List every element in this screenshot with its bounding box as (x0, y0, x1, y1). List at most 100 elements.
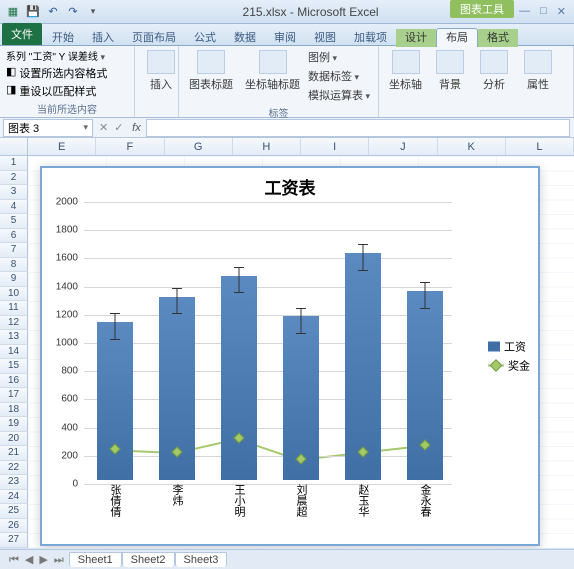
col-header[interactable]: E (28, 138, 96, 155)
sheet-nav[interactable]: ◀ (22, 554, 36, 566)
data-labels-button[interactable]: 数据标签 (308, 67, 370, 85)
row-header[interactable]: 10 (0, 287, 28, 302)
error-bar[interactable] (363, 244, 364, 269)
chart-title-button[interactable]: 图表标题 (185, 48, 237, 94)
row-header[interactable]: 14 (0, 345, 28, 360)
row-header[interactable]: 8 (0, 258, 28, 273)
cancel-icon[interactable]: ✕ (96, 121, 111, 134)
analysis-button[interactable]: 分析 (474, 48, 514, 94)
legend-button[interactable]: 图例 (308, 48, 370, 66)
name-box[interactable]: 图表 3▾ (3, 119, 93, 137)
y-tick: 1400 (56, 281, 78, 292)
row-header[interactable]: 27 (0, 533, 28, 548)
qat-dropdown[interactable]: ▾ (84, 3, 102, 21)
save-icon[interactable]: 💾 (24, 3, 42, 21)
col-header[interactable]: H (233, 138, 301, 155)
row-header[interactable]: 6 (0, 229, 28, 244)
reset-style-button[interactable]: 重设以匹配样式 (19, 83, 96, 99)
insert-button[interactable]: 插入 (141, 48, 181, 94)
row-header[interactable]: 18 (0, 403, 28, 418)
embedded-chart[interactable]: 工资表 020040060080010001200140016001800200… (40, 166, 540, 546)
col-header[interactable]: L (506, 138, 574, 155)
fx-button[interactable]: fx (126, 122, 146, 134)
error-bar[interactable] (425, 282, 426, 307)
row-header[interactable]: 3 (0, 185, 28, 200)
row-header[interactable]: 20 (0, 432, 28, 447)
chart-title[interactable]: 工资表 (42, 168, 538, 203)
sheet-tab[interactable]: Sheet2 (122, 552, 175, 567)
line-series[interactable] (84, 202, 452, 481)
col-header[interactable]: G (165, 138, 233, 155)
series-selector[interactable]: 系列 "工资" Y 误差线 (6, 48, 105, 63)
error-bar[interactable] (177, 288, 178, 313)
row-header[interactable]: 11 (0, 301, 28, 316)
properties-button[interactable]: 属性 (518, 48, 558, 94)
row-header[interactable]: 23 (0, 475, 28, 490)
sheet-nav[interactable]: ⏭ (51, 554, 67, 566)
row-header[interactable]: 7 (0, 243, 28, 258)
undo-icon[interactable]: ↶ (44, 3, 62, 21)
row-header[interactable]: 22 (0, 461, 28, 476)
row-header[interactable]: 19 (0, 417, 28, 432)
tab-加载项[interactable]: 加载项 (345, 29, 396, 47)
row-header[interactable]: 5 (0, 214, 28, 229)
axes-button[interactable]: 坐标轴 (385, 48, 426, 94)
tab-格式[interactable]: 格式 (478, 29, 518, 47)
error-bar[interactable] (115, 313, 116, 338)
row-header[interactable]: 24 (0, 490, 28, 505)
chart-legend[interactable]: 工资 奖金 (488, 336, 530, 377)
error-bar[interactable] (239, 267, 240, 292)
row-header[interactable]: 12 (0, 316, 28, 331)
row-header[interactable]: 1 (0, 156, 28, 171)
sheet-tab[interactable]: Sheet1 (69, 552, 122, 567)
col-header[interactable]: F (96, 138, 164, 155)
format-selection-button[interactable]: 设置所选内容格式 (19, 65, 107, 81)
bar[interactable] (221, 276, 257, 480)
row-header[interactable]: 13 (0, 330, 28, 345)
tab-视图[interactable]: 视图 (305, 29, 345, 47)
maximize-button[interactable]: □ (540, 5, 547, 18)
enter-icon[interactable]: ✓ (111, 121, 126, 134)
tab-插入[interactable]: 插入 (83, 29, 123, 47)
col-header[interactable]: I (301, 138, 369, 155)
row-header[interactable]: 2 (0, 171, 28, 186)
axis-title-button[interactable]: 坐标轴标题 (241, 48, 304, 94)
tab-页面布局[interactable]: 页面布局 (123, 29, 185, 47)
tab-公式[interactable]: 公式 (185, 29, 225, 47)
col-header[interactable]: J (369, 138, 437, 155)
row-header[interactable]: 26 (0, 519, 28, 534)
error-cap (172, 313, 182, 314)
sheet-tab[interactable]: Sheet3 (175, 552, 228, 567)
minimize-button[interactable]: — (519, 5, 530, 18)
insert-icon (147, 50, 175, 74)
formula-input[interactable] (146, 119, 570, 137)
tab-file[interactable]: 文件 (2, 23, 42, 45)
data-table-button[interactable]: 模拟运算表 (308, 86, 370, 104)
row-header[interactable]: 17 (0, 388, 28, 403)
select-all-corner[interactable] (0, 138, 28, 155)
row-header[interactable]: 9 (0, 272, 28, 287)
sheet-nav[interactable]: ⏮ (6, 554, 22, 566)
tab-布局[interactable]: 布局 (436, 28, 478, 47)
worksheet-grid[interactable]: EFGHIJKL 1234567891011121314151617181920… (0, 138, 574, 548)
error-bar[interactable] (301, 308, 302, 333)
tab-审阅[interactable]: 审阅 (265, 29, 305, 47)
bar[interactable] (97, 322, 133, 480)
error-cap (420, 282, 430, 283)
row-header[interactable]: 16 (0, 374, 28, 389)
excel-icon: ▦ (4, 3, 22, 21)
background-button[interactable]: 背景 (430, 48, 470, 94)
tab-数据[interactable]: 数据 (225, 29, 265, 47)
sheet-nav[interactable]: ▶ (36, 554, 50, 566)
row-header[interactable]: 21 (0, 446, 28, 461)
close-button[interactable]: ✕ (557, 5, 566, 18)
row-header[interactable]: 4 (0, 200, 28, 215)
bar[interactable] (407, 291, 443, 480)
tab-设计[interactable]: 设计 (396, 29, 436, 47)
redo-icon[interactable]: ↷ (64, 3, 82, 21)
row-header[interactable]: 25 (0, 504, 28, 519)
plot-area[interactable] (84, 202, 452, 480)
tab-开始[interactable]: 开始 (43, 29, 83, 47)
row-header[interactable]: 15 (0, 359, 28, 374)
col-header[interactable]: K (438, 138, 506, 155)
